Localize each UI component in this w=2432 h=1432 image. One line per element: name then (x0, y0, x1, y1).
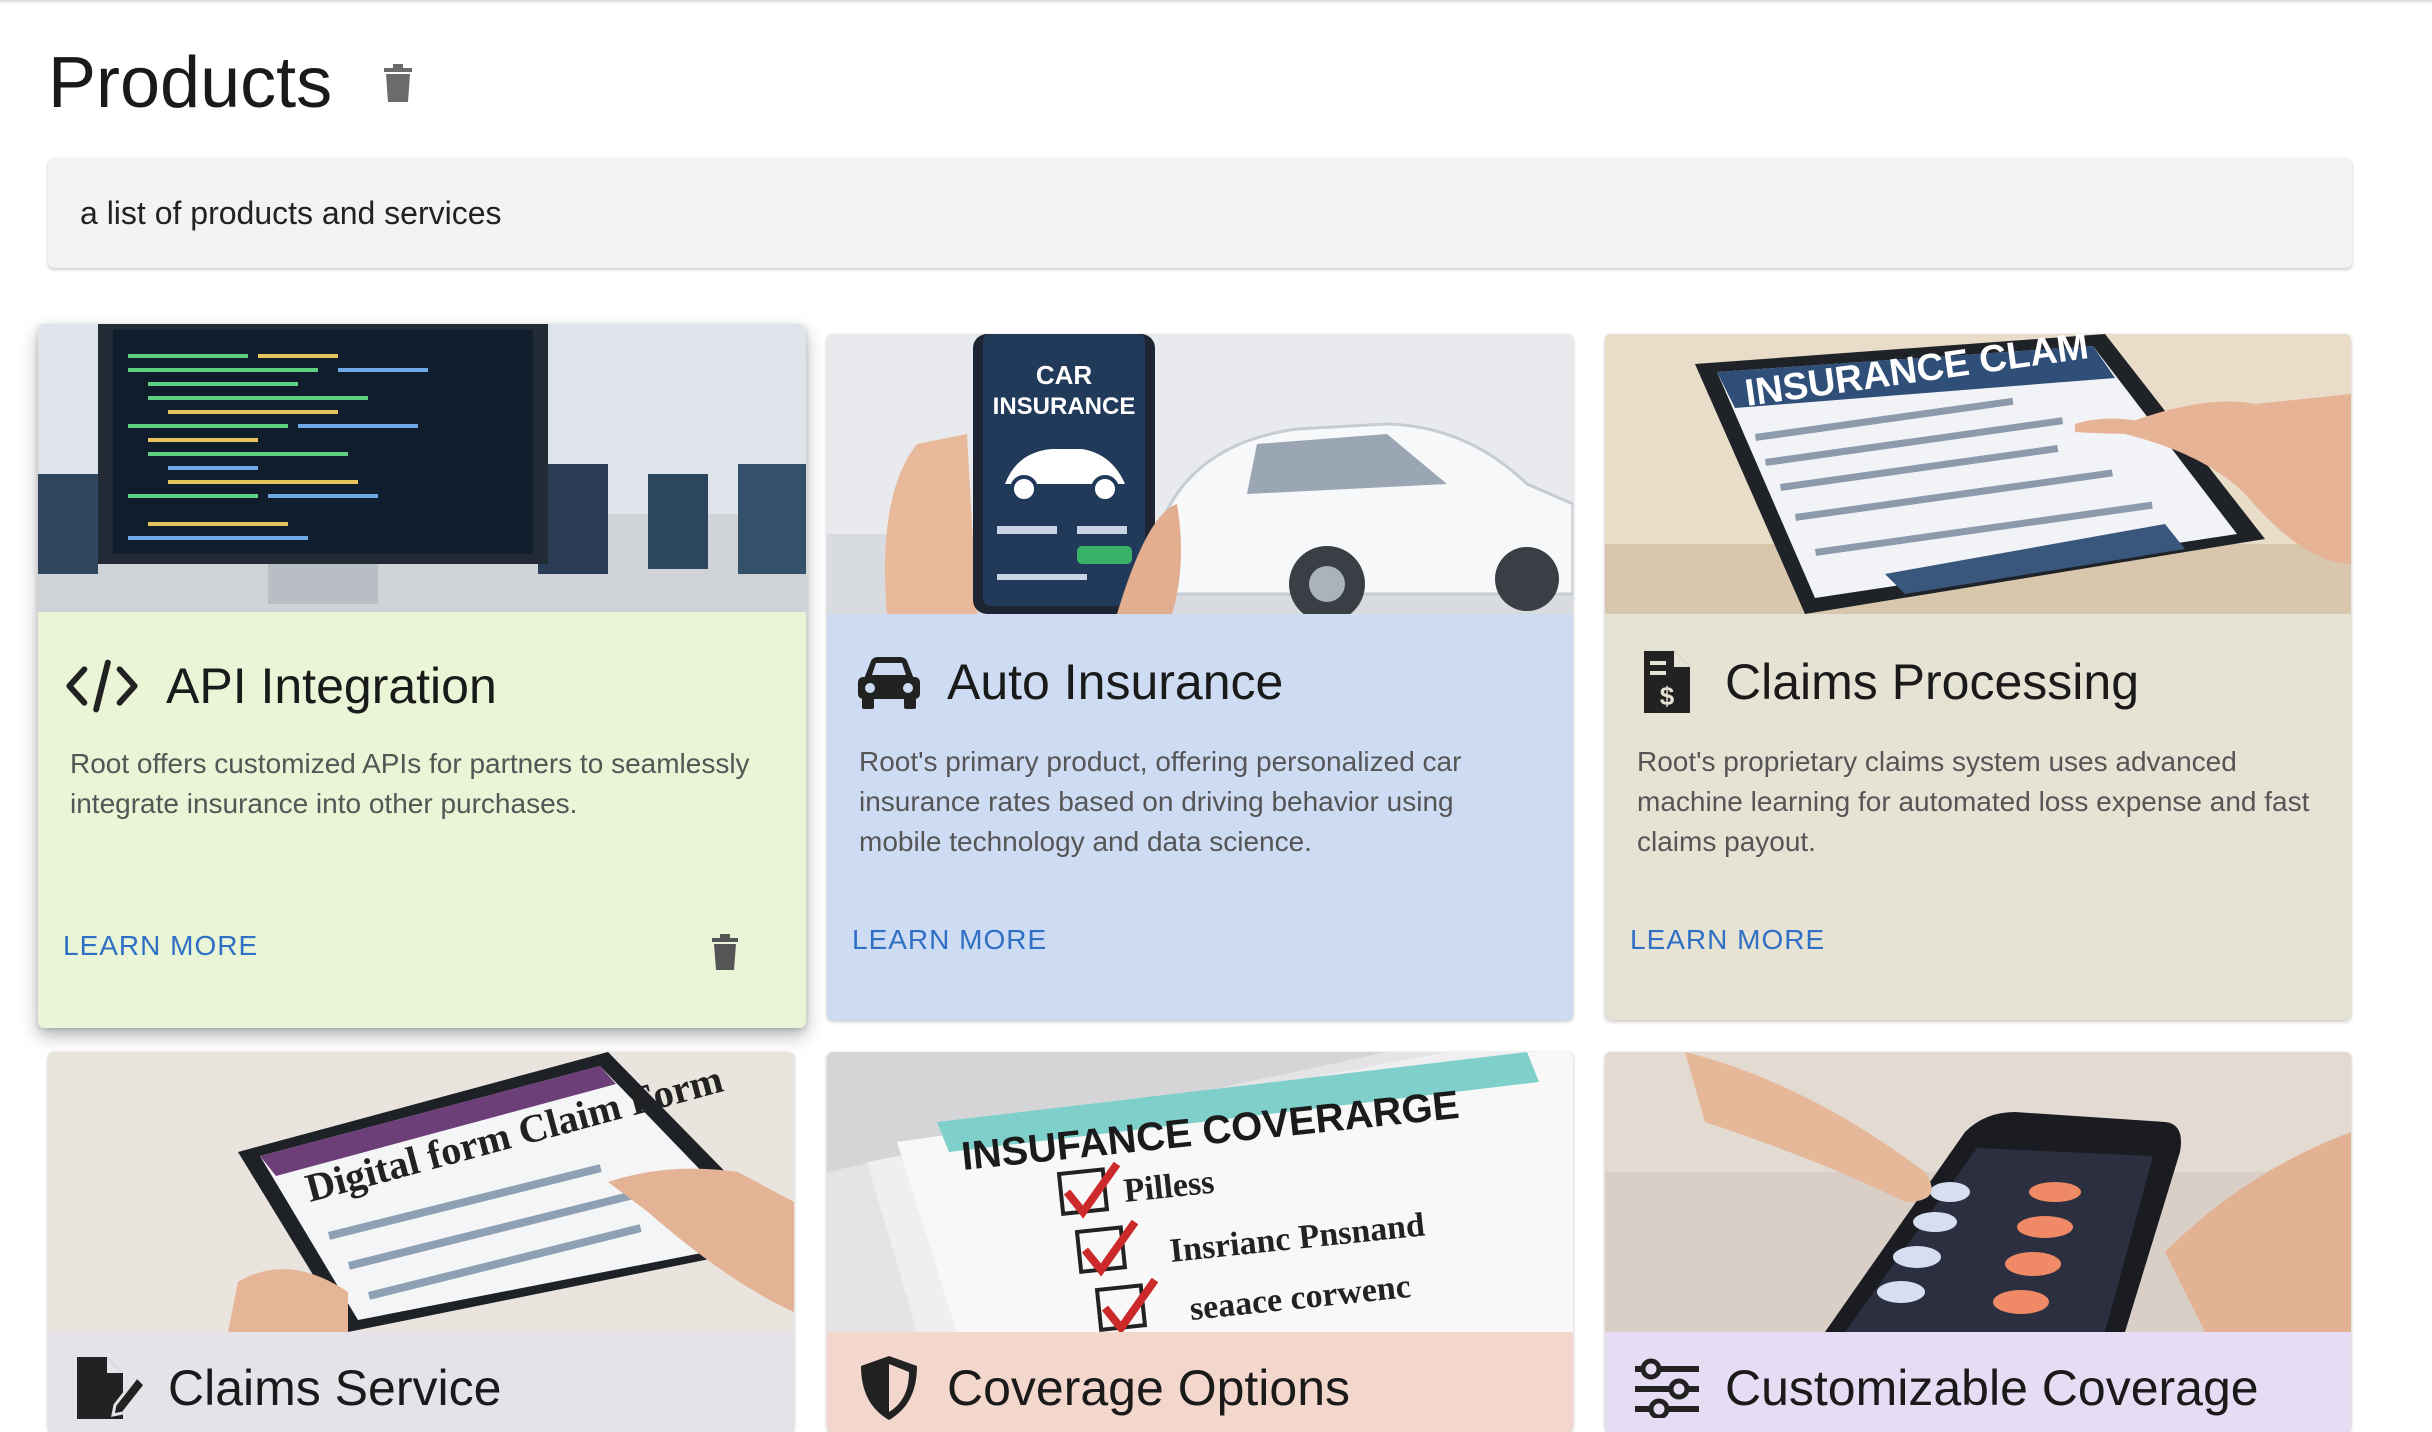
product-card-api-integration[interactable]: API Integration Root offers customized A… (38, 324, 806, 1028)
card-title: API Integration (166, 658, 497, 714)
card-description: Root's proprietary claims system uses ad… (1637, 746, 2310, 857)
product-card-customizable-coverage[interactable]: Customizable Coverage (1605, 1052, 2351, 1432)
product-card-auto-insurance[interactable]: CAR INSURANCE Auto Insurance Root's prim… (827, 334, 1573, 1020)
api-integration-image (38, 324, 806, 612)
description-box: a list of products and services (48, 158, 2352, 268)
learn-more-link[interactable]: LEARN MORE (852, 924, 1047, 956)
car-icon (853, 646, 925, 718)
svg-text:$: $ (1660, 681, 1675, 711)
claims-processing-image: INSURANCE CLAM (1605, 334, 2351, 614)
top-divider (0, 0, 2432, 4)
product-card-claims-service[interactable]: Digital form Claim Form Claims Service (48, 1052, 794, 1432)
product-card-coverage-options[interactable]: INSUFANCE COVERARGE Pilless Insrianc Pns… (827, 1052, 1573, 1432)
sliders-icon (1631, 1352, 1703, 1424)
claims-service-image: Digital form Claim Form (48, 1052, 794, 1332)
page-description: a list of products and services (80, 194, 502, 231)
delete-page-trash-icon[interactable] (380, 61, 416, 105)
card-title: Auto Insurance (947, 654, 1284, 710)
code-icon (66, 650, 138, 722)
card-description: Root's primary product, offering persona… (859, 746, 1462, 857)
card-title: Claims Service (168, 1360, 502, 1416)
card-description: Root offers customized APIs for partners… (70, 748, 750, 819)
page-title: Products (48, 43, 333, 123)
card-title: Coverage Options (947, 1360, 1351, 1416)
file-edit-icon (74, 1352, 146, 1424)
auto-insurance-image: CAR INSURANCE (827, 334, 1573, 614)
product-card-claims-processing[interactable]: INSURANCE CLAM $ Claims Processing Root'… (1605, 334, 2351, 1020)
card-title: Customizable Coverage (1725, 1360, 2259, 1416)
learn-more-link[interactable]: LEARN MORE (63, 930, 258, 962)
learn-more-link[interactable]: LEARN MORE (1630, 924, 1825, 956)
card-title: Claims Processing (1725, 654, 2140, 710)
shield-icon (853, 1352, 925, 1424)
image-text-car: CAR (1036, 360, 1093, 390)
invoice-dollar-icon: $ (1631, 646, 1703, 718)
page-header: Products (48, 38, 416, 128)
image-text-insurance: INSURANCE (993, 393, 1136, 420)
coverage-options-image: INSUFANCE COVERARGE Pilless Insrianc Pns… (827, 1052, 1573, 1332)
delete-card-trash-icon[interactable] (712, 934, 746, 974)
customizable-coverage-image (1605, 1052, 2351, 1332)
